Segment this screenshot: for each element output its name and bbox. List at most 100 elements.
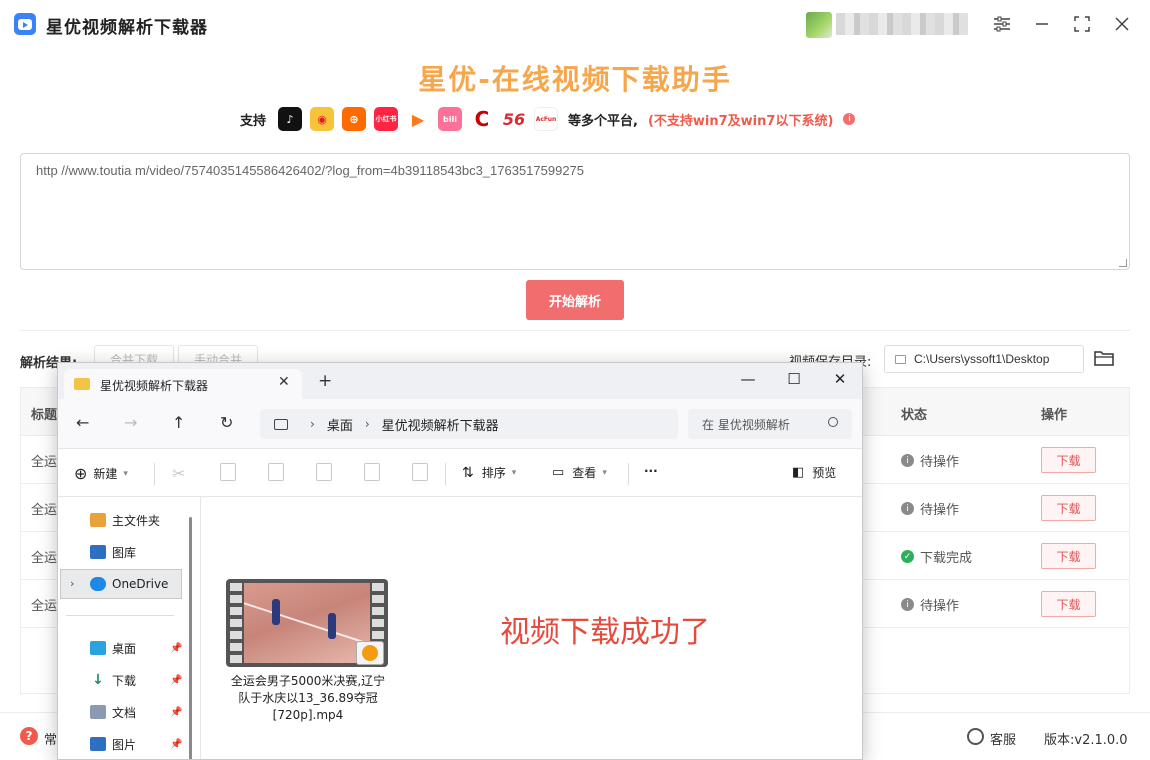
chevron-down-icon: ▾	[511, 467, 517, 478]
nav-item-pictures[interactable]: 图片	[90, 733, 136, 755]
nav-item-home[interactable]: 主文件夹	[90, 509, 160, 531]
preview-button[interactable]: ◧ 预览	[792, 464, 836, 481]
customer-service-link[interactable]: 客服	[990, 729, 1016, 748]
copy-icon[interactable]	[220, 463, 236, 481]
help-icon[interactable]: ?	[20, 727, 38, 745]
pin-icon[interactable]: 📌	[170, 739, 182, 750]
minimize-icon[interactable]	[1030, 12, 1054, 36]
save-dir-field[interactable]: C:\Users\yssoft1\Desktop	[884, 345, 1084, 373]
preview-pane-icon: ◧	[792, 465, 805, 480]
explorer-search-input[interactable]: 在 星优视频解析	[688, 409, 852, 439]
documents-icon	[90, 705, 106, 719]
rename-icon[interactable]	[316, 463, 332, 481]
pin-icon[interactable]: 📌	[170, 643, 182, 654]
header-title: 标题	[31, 408, 58, 423]
video-file-thumbnail[interactable]	[226, 579, 388, 667]
resize-grip-icon[interactable]	[1119, 259, 1127, 267]
explorer-tab-bar: 星优视频解析下载器 ✕ + — ☐ ✕	[58, 363, 862, 399]
breadcrumb-folder[interactable]: 星优视频解析下载器	[382, 415, 499, 434]
nav-item-documents[interactable]: 文档	[90, 701, 136, 723]
path-breadcrumb[interactable]: › 桌面 › 星优视频解析下载器	[260, 409, 678, 439]
paste-icon[interactable]	[268, 463, 284, 481]
divider	[628, 463, 629, 485]
nav-item-desktop[interactable]: 桌面	[90, 637, 136, 659]
file-name-line: [720p].mp4	[272, 708, 344, 722]
nav-scrollbar[interactable]	[189, 517, 192, 759]
sort-icon: ⇅	[462, 464, 474, 481]
nav-label: OneDrive	[112, 577, 169, 591]
chevron-right-icon[interactable]: ›	[70, 577, 74, 590]
settings-sliders-icon[interactable]	[990, 12, 1014, 36]
user-avatar[interactable]	[806, 12, 832, 38]
onedrive-icon	[90, 577, 106, 591]
cut-icon[interactable]: ✂	[172, 464, 185, 483]
user-name-blurred[interactable]	[836, 13, 968, 35]
nav-item-gallery[interactable]: 图库	[90, 541, 136, 563]
film-strip-left	[230, 583, 242, 663]
row-title: 全运	[31, 455, 58, 470]
pending-info-icon: i	[901, 598, 914, 611]
pin-icon[interactable]: 📌	[170, 707, 182, 718]
download-button[interactable]: 下载	[1041, 543, 1096, 569]
pin-icon[interactable]: 📌	[170, 675, 182, 686]
download-button[interactable]: 下载	[1041, 495, 1096, 521]
up-arrow-icon[interactable]: ↑	[172, 413, 185, 432]
video-file-name[interactable]: 全运会男子5000米决赛,辽宁 队于水庆以13_36.89夺冠 [720p].m…	[222, 673, 394, 724]
open-folder-icon[interactable]	[1094, 349, 1114, 367]
info-icon[interactable]: i	[843, 113, 856, 125]
more-options-icon[interactable]: ···	[644, 464, 658, 478]
56-icon: 56	[502, 107, 527, 131]
help-text[interactable]: 常	[44, 729, 57, 748]
pending-info-icon: i	[901, 454, 914, 467]
new-button[interactable]: ⊕ 新建 ▾	[74, 464, 128, 483]
refresh-icon[interactable]: ↻	[220, 413, 233, 432]
nav-item-downloads[interactable]: ↓ 下载	[90, 669, 136, 691]
download-button[interactable]: 下载	[1041, 447, 1096, 473]
back-arrow-icon[interactable]: ←	[76, 413, 89, 432]
explorer-tab[interactable]: 星优视频解析下载器 ✕	[64, 369, 302, 399]
close-icon[interactable]: ✕	[826, 367, 854, 391]
pictures-icon	[90, 737, 106, 751]
sort-button[interactable]: ⇅ 排序 ▾	[462, 464, 516, 481]
breadcrumb-desktop[interactable]: 桌面	[327, 415, 353, 434]
divider	[66, 615, 174, 616]
chevron-right-icon[interactable]: ›	[365, 417, 370, 431]
nav-label: 主文件夹	[112, 513, 161, 528]
nav-item-onedrive[interactable]: OneDrive	[90, 573, 168, 595]
platforms-suffix: 等多个平台,	[568, 113, 638, 129]
maximize-icon[interactable]: ☐	[780, 367, 808, 391]
weibo-icon: ◉	[310, 107, 335, 131]
row-status-text: 待操作	[920, 455, 960, 470]
minimize-icon[interactable]: —	[734, 367, 762, 391]
row-status: i 待操作	[901, 595, 959, 614]
download-button[interactable]: 下载	[1041, 591, 1096, 617]
title-bar: 星优视频解析下载器	[0, 0, 1150, 48]
divider	[445, 463, 446, 485]
track-line	[244, 600, 370, 652]
runner-figure	[328, 613, 336, 639]
row-title: 全运	[31, 503, 58, 518]
close-tab-icon[interactable]: ✕	[278, 374, 290, 390]
header-action: 操作	[1041, 408, 1068, 423]
view-label: 查看	[572, 466, 597, 480]
customer-service-icon[interactable]	[967, 728, 984, 745]
pane-divider[interactable]	[200, 497, 201, 759]
start-parse-button[interactable]: 开始解析	[526, 280, 624, 320]
success-check-icon: ✓	[901, 550, 914, 563]
main-heading: 星优-在线视频下载助手	[418, 63, 732, 96]
share-icon[interactable]	[364, 463, 380, 481]
chevron-right-icon[interactable]: ›	[310, 417, 315, 431]
nav-label: 图片	[112, 737, 137, 752]
runner-figure	[272, 599, 280, 625]
forward-arrow-icon[interactable]: →	[124, 413, 137, 432]
row-status-text: 下载完成	[920, 551, 973, 566]
new-tab-icon[interactable]: +	[318, 371, 332, 391]
bilibili-icon: bili	[438, 107, 463, 131]
delete-icon[interactable]	[412, 463, 428, 481]
row-status: i 待操作	[901, 499, 959, 518]
view-button[interactable]: ▭ 查看 ▾	[552, 464, 607, 481]
url-input[interactable]: http //www.toutia m/video/75740351455864…	[20, 153, 1130, 270]
maximize-icon[interactable]	[1070, 12, 1094, 36]
close-icon[interactable]	[1110, 12, 1134, 36]
chevron-down-icon: ▾	[123, 468, 128, 479]
